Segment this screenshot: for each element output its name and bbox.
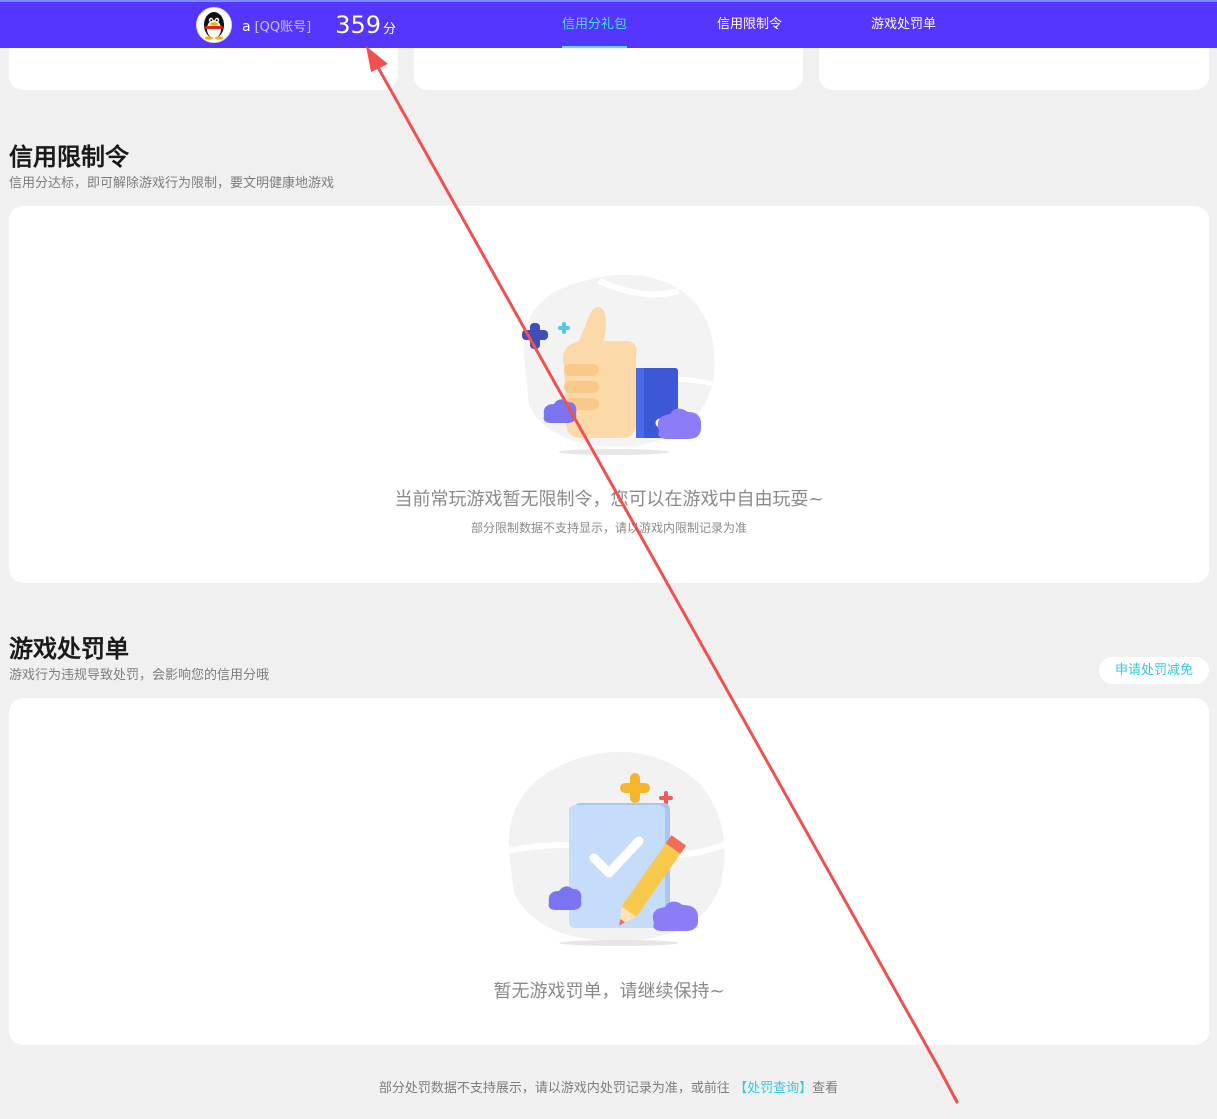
top-bar: a [QQ账号] 359 分 信用分礼包 信用限制令 游戏处罚单 xyxy=(0,0,1217,48)
username: a xyxy=(242,18,251,35)
credit-score: 359 xyxy=(335,11,382,39)
thumbs-up-illustration xyxy=(522,274,715,455)
penalty-card: 暂无游戏罚单，请继续保持~ xyxy=(9,698,1209,1045)
restriction-empty-title: 当前常玩游戏暂无限制令，您可以在游戏中自由玩耍~ xyxy=(394,489,824,510)
tab-credit-gift[interactable]: 信用分礼包 xyxy=(562,0,628,48)
restriction-subtitle: 信用分达标，即可解除游戏行为限制，要文明健康地游戏 xyxy=(9,176,335,191)
qq-penguin-icon xyxy=(204,12,224,40)
restriction-empty-note: 部分限制数据不支持显示，请以游戏内限制记录为准 xyxy=(470,521,747,535)
penalty-title: 游戏处罚单 xyxy=(9,635,129,663)
tab-restriction[interactable]: 信用限制令 xyxy=(717,0,782,48)
penalty-subtitle: 游戏行为违规导致处罚，会影响您的信用分哦 xyxy=(9,668,270,683)
score-unit: 分 xyxy=(383,22,397,37)
clipboard-pencil-illustration xyxy=(499,751,729,946)
penalty-empty-title: 暂无游戏罚单，请继续保持~ xyxy=(493,981,725,1002)
footer-text-after: 查看 xyxy=(812,1081,839,1096)
account-type: [QQ账号] xyxy=(254,19,312,35)
restriction-title: 信用限制令 xyxy=(9,143,129,171)
footer-note: 部分处罚数据不支持展示，请以游戏内处罚记录为准，或前往 【处罚查询】查看 xyxy=(0,1077,1217,1096)
apply-penalty-reduction-button[interactable]: 申请处罚减免 xyxy=(1099,657,1209,684)
avatar[interactable] xyxy=(196,7,232,43)
tab-penalty[interactable]: 游戏处罚单 xyxy=(871,0,936,48)
user-info: a [QQ账号] 359 分 xyxy=(196,7,396,43)
penalty-query-link[interactable]: 【处罚查询】 xyxy=(734,1081,812,1096)
page: a [QQ账号] 359 分 信用分礼包 信用限制令 游戏处罚单 信用限制令 信用分… xyxy=(0,0,1217,1119)
footer-text: 部分处罚数据不支持展示，请以游戏内处罚记录为准，或前往 xyxy=(378,1081,730,1096)
restriction-card: 当前常玩游戏暂无限制令，您可以在游戏中自由玩耍~ 部分限制数据不支持显示，请以游… xyxy=(9,206,1209,583)
